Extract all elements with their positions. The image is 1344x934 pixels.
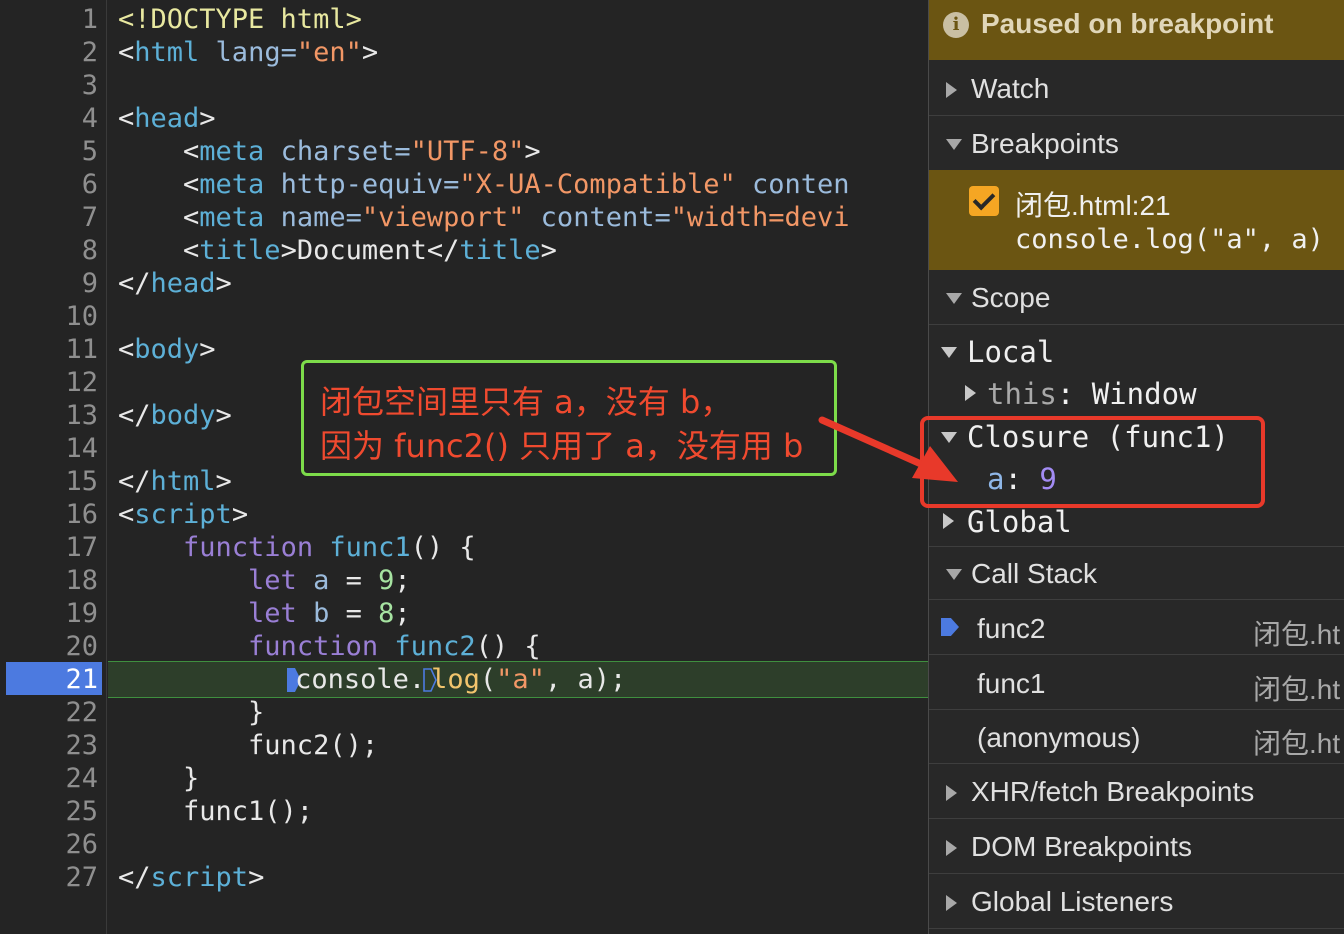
line-number[interactable]: 20: [0, 630, 98, 663]
call-frame-name: (anonymous): [977, 722, 1141, 753]
section-xhr-breakpoints[interactable]: XHR/fetch Breakpoints: [929, 765, 1344, 819]
line-number[interactable]: 24: [0, 762, 98, 795]
code-line-5: <meta charset="UTF-8">: [118, 136, 541, 167]
paused-text: Paused on breakpoint: [981, 8, 1274, 39]
code-line-25: func1();: [118, 796, 314, 827]
collapse-arrow-icon: [946, 139, 962, 150]
line-number[interactable]: 11: [0, 333, 98, 366]
section-breakpoints[interactable]: Breakpoints: [929, 117, 1344, 171]
code-line-7: <meta name="viewport" content="width=dev…: [118, 202, 850, 233]
expand-arrow-icon: [946, 785, 957, 801]
line-number[interactable]: 8: [0, 234, 98, 267]
code-line-4: <head>: [118, 103, 216, 134]
code-line-1: <!DOCTYPE html>: [118, 4, 362, 35]
line-number[interactable]: 7: [0, 201, 98, 234]
section-global-listeners-label: Global Listeners: [971, 886, 1174, 917]
section-dom-label: DOM Breakpoints: [971, 831, 1192, 862]
section-xhr-label: XHR/fetch Breakpoints: [971, 776, 1255, 807]
expand-arrow-icon: [946, 82, 957, 98]
code-line-27: </script>: [118, 862, 265, 893]
line-number[interactable]: 27: [0, 861, 98, 894]
code-line-21: console. log("a", a);: [118, 663, 626, 696]
breakpoint-item[interactable]: 闭包.html:21 console.log("a", a): [929, 170, 1344, 270]
line-number[interactable]: 16: [0, 498, 98, 531]
code-line-19: let b = 8;: [248, 598, 411, 629]
line-number[interactable]: 19: [0, 597, 98, 630]
section-call-stack[interactable]: Call Stack: [929, 546, 1344, 600]
annotation-box: 闭包空间里只有 a，没有 b， 因为 func2() 只用了 a，没有用 b: [301, 360, 837, 476]
code-line-6: <meta http-equiv="X-UA-Compatible" conte…: [118, 169, 850, 200]
section-global-listeners[interactable]: Global Listeners: [929, 875, 1344, 929]
paused-banner: i Paused on breakpoint: [929, 0, 1344, 60]
line-number[interactable]: 5: [0, 135, 98, 168]
code-line-8: <title>Document</title>: [118, 235, 557, 266]
section-dom-breakpoints[interactable]: DOM Breakpoints: [929, 820, 1344, 874]
code-line-17: function func1() {: [183, 532, 476, 563]
line-number[interactable]: 1: [0, 3, 98, 36]
this-expand-arrow-icon[interactable]: [965, 385, 976, 401]
line-number[interactable]: 23: [0, 729, 98, 762]
breakpoint-code-snippet: console.log("a", a): [1015, 224, 1324, 255]
line-number[interactable]: 12: [0, 366, 98, 399]
breakpoint-file-label: 闭包.html:21: [1015, 190, 1171, 221]
call-frame-name: func2: [977, 613, 1046, 644]
line-number[interactable]: 2: [0, 36, 98, 69]
annotation-line-1: 闭包空间里只有 a，没有 b，: [320, 383, 733, 421]
annotation-line-2: 因为 func2() 只用了 a，没有用 b: [320, 427, 804, 465]
line-number[interactable]: 9: [0, 267, 98, 300]
code-line-15: </html>: [118, 466, 232, 497]
call-frame-location: 闭包.ht: [1253, 619, 1341, 650]
code-line-2: <html lang="en">: [118, 37, 379, 68]
code-line-11: <body>: [118, 334, 216, 365]
line-number[interactable]: 14: [0, 432, 98, 465]
call-frame[interactable]: func2 闭包.ht: [929, 601, 1344, 655]
line-number[interactable]: 3: [0, 69, 98, 102]
code-line-16: <script>: [118, 499, 249, 530]
expand-arrow-icon: [946, 840, 957, 856]
line-number[interactable]: 18: [0, 564, 98, 597]
section-call-stack-label: Call Stack: [971, 558, 1098, 589]
line-number[interactable]: 15: [0, 465, 98, 498]
code-line-24: }: [118, 763, 200, 794]
code-line-22: }: [118, 697, 265, 728]
line-number[interactable]: 4: [0, 102, 98, 135]
code-line-23: func2();: [118, 730, 379, 761]
call-frame[interactable]: func1 闭包.ht: [929, 656, 1344, 710]
current-frame-arrow-icon: [941, 618, 959, 636]
scope-global[interactable]: Global: [967, 505, 1072, 539]
collapse-arrow-icon: [946, 293, 962, 304]
section-breakpoints-label: Breakpoints: [971, 128, 1119, 159]
scope-local[interactable]: Local: [967, 335, 1054, 369]
line-number[interactable]: 6: [0, 168, 98, 201]
section-scope[interactable]: Scope: [929, 271, 1344, 325]
closure-highlight-box: [920, 416, 1265, 508]
call-frame-location: 闭包.ht: [1253, 728, 1341, 759]
info-icon: i: [943, 12, 969, 38]
line-number[interactable]: 22: [0, 696, 98, 729]
section-watch[interactable]: Watch: [929, 62, 1344, 116]
call-frame[interactable]: (anonymous) 闭包.ht: [929, 710, 1344, 764]
section-scope-label: Scope: [971, 282, 1051, 313]
line-number[interactable]: 13: [0, 399, 98, 432]
breakpoint-checkbox[interactable]: [969, 186, 999, 216]
code-line-18: let a = 9;: [248, 565, 411, 596]
section-watch-label: Watch: [971, 73, 1050, 104]
code-line-20: function func2() {: [248, 631, 541, 662]
call-frame-location: 闭包.ht: [1253, 674, 1341, 705]
line-number[interactable]: 21: [0, 663, 98, 696]
collapse-arrow-icon: [946, 569, 962, 580]
line-number[interactable]: 17: [0, 531, 98, 564]
scope-this-entry[interactable]: this: Window: [987, 377, 1197, 411]
code-editor[interactable]: 1 2 3 4 5 6 7 8 9 10 11 12 13 14 15 16 17 18 19 20 21 22 23 24 2…: [0, 0, 928, 934]
code-line-13: </body>: [118, 400, 232, 431]
call-frame-name: func1: [977, 668, 1046, 699]
local-collapse-arrow-icon[interactable]: [941, 347, 957, 358]
global-expand-arrow-icon[interactable]: [943, 513, 954, 529]
line-number[interactable]: 10: [0, 300, 98, 333]
expand-arrow-icon: [946, 895, 957, 911]
line-number[interactable]: 26: [0, 828, 98, 861]
code-line-9: </head>: [118, 268, 232, 299]
line-number[interactable]: 25: [0, 795, 98, 828]
